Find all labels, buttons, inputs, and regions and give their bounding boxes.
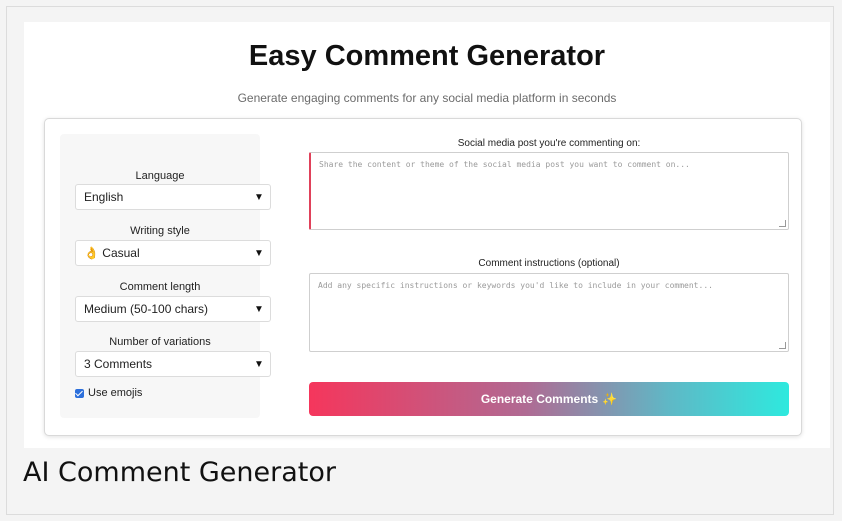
generator-card: Easy Comment Generator Generate engaging… (24, 22, 830, 448)
use-emojis-option[interactable]: Use emojis (75, 387, 142, 399)
page-frame: Easy Comment Generator Generate engaging… (6, 6, 834, 515)
post-placeholder: Share the content or theme of the social… (319, 160, 690, 169)
instructions-placeholder: Add any specific instructions or keyword… (318, 281, 713, 290)
settings-column: Language English ▼ Writing style 👌 Casua… (60, 134, 271, 418)
language-value: English (84, 190, 124, 204)
post-textarea[interactable]: Share the content or theme of the social… (309, 152, 789, 230)
sparkles-icon: ✨ (602, 392, 618, 406)
variations-value: 3 Comments (84, 357, 153, 371)
variations-select[interactable]: 3 Comments ▼ (75, 351, 271, 377)
writing-style-label: Writing style (130, 225, 190, 237)
resize-handle-icon[interactable] (779, 342, 786, 349)
generate-comments-button[interactable]: Generate Comments ✨ (309, 382, 789, 416)
writing-style-value: 👌 Casual (84, 246, 140, 260)
chevron-down-icon: ▼ (254, 191, 264, 203)
instructions-label: Comment instructions (optional) (478, 258, 620, 269)
chevron-down-icon: ▼ (254, 358, 264, 370)
generate-button-label: Generate Comments (480, 392, 599, 406)
writing-style-select[interactable]: 👌 Casual ▼ (75, 240, 271, 266)
chevron-down-icon: ▼ (254, 247, 264, 259)
resize-handle-icon[interactable] (779, 220, 786, 227)
instructions-textarea[interactable]: Add any specific instructions or keyword… (309, 273, 789, 352)
page-subtitle: Generate engaging comments for any socia… (237, 91, 617, 105)
comment-length-value: Medium (50-100 chars) (84, 302, 209, 316)
comment-length-label: Comment length (119, 281, 201, 293)
use-emojis-label: Use emojis (88, 387, 143, 399)
use-emojis-checkbox[interactable] (75, 388, 84, 398)
form-panel: Language English ▼ Writing style 👌 Casua… (44, 118, 802, 436)
language-select[interactable]: English ▼ (75, 184, 271, 210)
variations-label: Number of variations (109, 336, 211, 348)
page-title: Easy Comment Generator (248, 40, 606, 72)
comment-length-select[interactable]: Medium (50-100 chars) ▼ (75, 296, 271, 322)
language-label: Language (135, 170, 185, 182)
chevron-down-icon: ▼ (254, 303, 264, 315)
footer-title: AI Comment Generator (23, 457, 336, 488)
post-label: Social media post you're commenting on: (457, 138, 641, 149)
